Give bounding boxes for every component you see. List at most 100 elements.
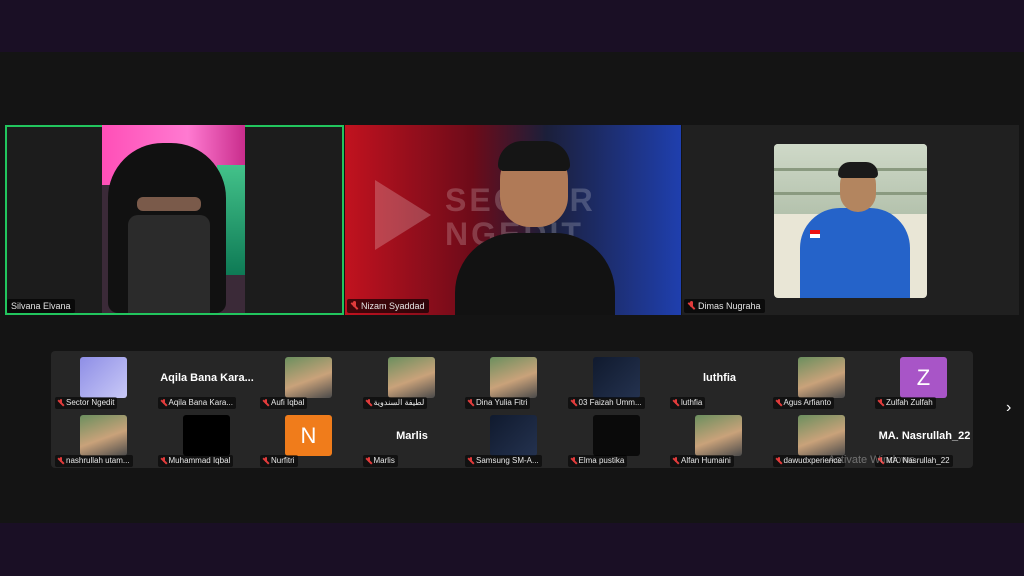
- participant-display-name: Marlis: [396, 430, 428, 442]
- participant-video: [455, 141, 615, 315]
- participant-name-tag: Samsung SM-A...: [465, 455, 542, 467]
- muted-mic-icon: [263, 457, 269, 465]
- participant-name: Muhammad Iqbal: [168, 456, 231, 465]
- participant-name: Dina Yulia Fitri: [476, 398, 528, 407]
- participant-veil: [128, 215, 210, 313]
- participant-thumbnail: [592, 357, 640, 398]
- participant-thumbnail: [490, 415, 537, 456]
- muted-mic-icon: [468, 457, 474, 465]
- gallery-participant-tile[interactable]: Aqila Bana Kara... Aqila Bana Kara...: [156, 352, 259, 410]
- muted-mic-icon: [688, 301, 695, 311]
- flag-patch-icon: [810, 230, 820, 238]
- gallery-participant-tile[interactable]: Agus Arfianto: [771, 352, 874, 410]
- participant-thumbnail: [797, 357, 845, 398]
- muted-mic-icon: [673, 457, 679, 465]
- participant-name: Nurfitri: [271, 456, 295, 465]
- participant-body: [455, 233, 615, 315]
- letterbox-bottom: [0, 523, 1024, 576]
- participant-name-tag: Agus Arfianto: [772, 397, 835, 409]
- participant-name-tag: Nizam Syaddad: [347, 299, 429, 313]
- participant-name: 03 Faizah Umm...: [578, 398, 642, 407]
- muted-mic-icon: [776, 457, 782, 465]
- participant-thumbnail: [182, 415, 230, 456]
- participant-name: Sector Ngedit: [66, 398, 115, 407]
- participant-name-tag: لطيفة السندوية: [362, 397, 428, 409]
- activate-windows-watermark: Activate Windows: [828, 454, 915, 466]
- gallery-participant-tile[interactable]: N Nurfitri: [258, 410, 361, 468]
- participant-thumbnail: [387, 357, 435, 398]
- participant-name-tag: Silvana Elvana: [7, 299, 75, 313]
- gallery-participant-tile[interactable]: 03 Faizah Umm...: [566, 352, 669, 410]
- participant-hair: [498, 141, 570, 171]
- muted-mic-icon: [263, 399, 269, 407]
- participant-name-tag: nashrullah utam...: [55, 455, 133, 467]
- participant-name: Dimas Nugraha: [698, 301, 761, 311]
- muted-mic-icon: [58, 399, 64, 407]
- participant-name: Elma pustika: [578, 456, 625, 465]
- muted-mic-icon: [571, 399, 577, 407]
- muted-mic-icon: [58, 457, 64, 465]
- next-page-chevron-icon[interactable]: ›: [1006, 399, 1011, 417]
- muted-mic-icon: [878, 399, 884, 407]
- gallery-participant-tile[interactable]: Samsung SM-A...: [463, 410, 566, 468]
- gallery-participant-tile[interactable]: Z Zulfah Zulfah: [873, 352, 973, 410]
- participant-name: Marlis: [373, 456, 395, 465]
- participant-thumbnail: [797, 415, 845, 456]
- gallery-participant-tile[interactable]: Sector Ngedit: [53, 352, 156, 410]
- participant-name-tag: Elma pustika: [567, 455, 628, 467]
- participant-name: لطيفة السندوية: [373, 398, 425, 407]
- muted-mic-icon: [571, 457, 577, 465]
- participant-name: Aqila Bana Kara...: [168, 398, 233, 407]
- gallery-participant-tile[interactable]: Dina Yulia Fitri: [463, 352, 566, 410]
- muted-mic-icon: [366, 457, 372, 465]
- participant-body: [800, 208, 910, 298]
- participant-video: [774, 144, 927, 298]
- gallery-participant-tile[interactable]: Elma pustika: [566, 410, 669, 468]
- gallery-participant-tile[interactable]: لطيفة السندوية: [361, 352, 464, 410]
- participant-name: Nizam Syaddad: [361, 301, 425, 311]
- muted-mic-icon: [468, 399, 474, 407]
- video-tile-silvana[interactable]: Silvana Elvana: [5, 125, 344, 315]
- participant-name: nashrullah utam...: [66, 456, 130, 465]
- avatar-letter: N: [285, 415, 332, 456]
- participant-name-tag: 03 Faizah Umm...: [567, 397, 645, 409]
- participant-thumbnail: [695, 415, 742, 456]
- letterbox-top: [0, 0, 1024, 52]
- video-tile-dimas[interactable]: Dimas Nugraha: [682, 125, 1019, 315]
- participant-face: [137, 197, 201, 211]
- muted-mic-icon: [673, 399, 679, 407]
- muted-mic-icon: [161, 457, 167, 465]
- participant-name-tag: Muhammad Iqbal: [157, 455, 234, 467]
- muted-mic-icon: [366, 399, 372, 407]
- participant-name-tag: Sector Ngedit: [55, 397, 118, 409]
- participant-name: Silvana Elvana: [11, 301, 71, 311]
- participant-name: Alfan Humaini: [681, 456, 731, 465]
- video-tile-nizam[interactable]: SECTOR NGEDIT Nizam Syaddad: [345, 125, 681, 315]
- participant-name: Agus Arfianto: [783, 398, 832, 407]
- participant-name-tag: Aqila Bana Kara...: [157, 397, 236, 409]
- participant-hair: [838, 162, 878, 178]
- gallery-participant-tile[interactable]: luthfia luthfia: [668, 352, 771, 410]
- gallery-participant-tile[interactable]: Muhammad Iqbal: [156, 410, 259, 468]
- participant-thumbnail: [592, 415, 640, 456]
- muted-mic-icon: [161, 399, 167, 407]
- participant-name-tag: Marlis: [362, 455, 398, 467]
- participant-name: Samsung SM-A...: [476, 456, 539, 465]
- participant-name-tag: Alfan Humaini: [670, 455, 734, 467]
- participant-display-name: luthfia: [703, 372, 736, 384]
- participant-display-name: MA. Nasrullah_22: [878, 430, 971, 442]
- participant-name: Zulfah Zulfah: [886, 398, 933, 407]
- participant-display-name: Aqila Bana Kara...: [160, 372, 254, 384]
- participant-video: [102, 125, 245, 313]
- participant-thumbnail: [490, 357, 537, 398]
- participant-name-tag: Dimas Nugraha: [684, 299, 765, 313]
- participant-name-tag: Zulfah Zulfah: [875, 397, 936, 409]
- gallery-participant-tile[interactable]: Alfan Humaini: [668, 410, 771, 468]
- participant-name-tag: Dina Yulia Fitri: [465, 397, 531, 409]
- gallery-participant-tile[interactable]: Aufi Iqbal: [258, 352, 361, 410]
- gallery-participant-tile[interactable]: Marlis Marlis: [361, 410, 464, 468]
- play-logo-icon: [80, 357, 127, 398]
- gallery-participant-tile[interactable]: nashrullah utam...: [53, 410, 156, 468]
- participant-thumbnail: [285, 357, 332, 398]
- avatar-letter: Z: [900, 357, 947, 398]
